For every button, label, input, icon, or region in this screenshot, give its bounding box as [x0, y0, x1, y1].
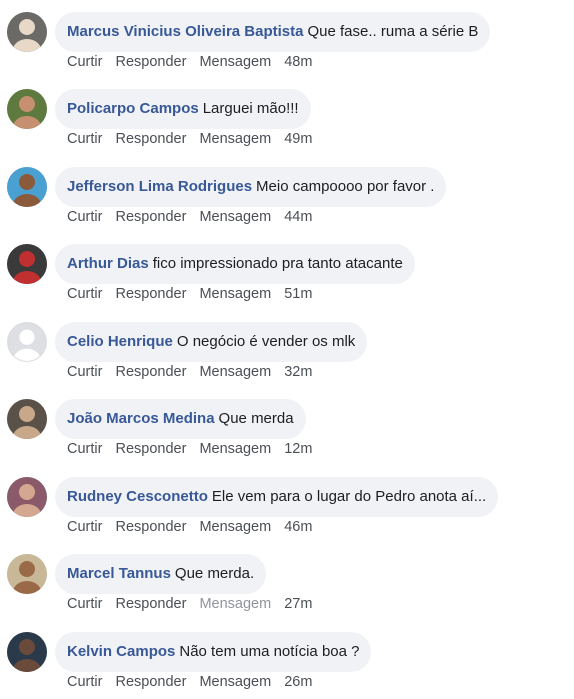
comment-text: Que merda	[218, 410, 294, 427]
avatar[interactable]	[7, 12, 47, 52]
avatar[interactable]	[7, 477, 47, 517]
avatar[interactable]	[7, 167, 47, 207]
comment-text: fico impressionado pra tanto atacante	[152, 255, 403, 272]
comment-actions: Curtir Responder Mensagem 12m	[67, 441, 321, 457]
comment-actions: Curtir Responder Mensagem 27m	[67, 596, 321, 612]
reply-link[interactable]: Responder	[115, 441, 186, 457]
comment-author[interactable]: Jefferson Lima Rodrigues	[67, 167, 252, 207]
avatar[interactable]	[7, 399, 47, 439]
like-link[interactable]: Curtir	[67, 596, 102, 612]
avatar[interactable]	[7, 322, 47, 362]
comment-timestamp[interactable]: 48m	[284, 54, 312, 70]
comment-bubble: Celio Henrique O negócio é vender os mlk	[55, 322, 368, 362]
comment-timestamp[interactable]: 32m	[284, 364, 312, 380]
message-link[interactable]: Mensagem	[199, 441, 271, 457]
reply-link[interactable]: Responder	[115, 596, 186, 612]
like-link[interactable]: Curtir	[67, 441, 102, 457]
avatar-photo-icon	[7, 399, 47, 439]
like-link[interactable]: Curtir	[67, 519, 102, 535]
message-link[interactable]: Mensagem	[199, 209, 271, 225]
comment-author[interactable]: Marcus Vinicius Oliveira Baptista	[67, 12, 303, 52]
comment-text: Que merda.	[174, 565, 255, 582]
comment-bubble: Policarpo Campos Larguei mão!!!	[55, 89, 311, 129]
avatar[interactable]	[7, 554, 47, 594]
comment-bubble: Jefferson Lima Rodrigues Meio campoooo p…	[55, 167, 447, 207]
comment-text: Larguei mão!!!	[202, 100, 299, 117]
like-link[interactable]: Curtir	[67, 286, 102, 302]
message-link[interactable]: Mensagem	[199, 596, 271, 612]
comment-actions: Curtir Responder Mensagem 49m	[67, 131, 321, 147]
comment-timestamp[interactable]: 27m	[284, 596, 312, 612]
comment-bubble: Marcel Tannus Que merda.	[55, 554, 267, 594]
reply-link[interactable]: Responder	[115, 519, 186, 535]
like-link[interactable]: Curtir	[67, 131, 102, 147]
avatar-photo-icon	[7, 632, 47, 672]
comment-author[interactable]: Kelvin Campos	[67, 632, 175, 672]
comment-text: O negócio é vender os mlk	[176, 333, 356, 350]
message-link[interactable]: Mensagem	[199, 519, 271, 535]
reply-link[interactable]: Responder	[115, 209, 186, 225]
comment-bubble: Arthur Dias fico impressionado pra tanto…	[55, 244, 415, 284]
comment-actions: Curtir Responder Mensagem 26m	[67, 674, 321, 690]
comment-item: Jefferson Lima Rodrigues Meio campoooo p…	[0, 155, 574, 232]
reply-link[interactable]: Responder	[115, 364, 186, 380]
comment-item: Marcel Tannus Que merda. Curtir Responde…	[0, 542, 574, 619]
avatar-photo-icon	[7, 244, 47, 284]
comment-item: Arthur Dias fico impressionado pra tanto…	[0, 232, 574, 309]
like-link[interactable]: Curtir	[67, 54, 102, 70]
avatar-photo-icon	[7, 477, 47, 517]
comment-item: Rudney Cesconetto Ele vem para o lugar d…	[0, 465, 574, 542]
comment-actions: Curtir Responder Mensagem 46m	[67, 519, 321, 535]
comment-item: Policarpo Campos Larguei mão!!! Curtir R…	[0, 77, 574, 154]
message-link[interactable]: Mensagem	[199, 54, 271, 70]
comment-item: João Marcos Medina Que merda Curtir Resp…	[0, 387, 574, 464]
message-link[interactable]: Mensagem	[199, 674, 271, 690]
comment-author[interactable]: João Marcos Medina	[67, 399, 215, 439]
default-avatar-icon	[8, 323, 46, 361]
reply-link[interactable]: Responder	[115, 674, 186, 690]
comment-actions: Curtir Responder Mensagem 51m	[67, 286, 321, 302]
message-link[interactable]: Mensagem	[199, 131, 271, 147]
comment-text: Não tem uma notícia boa ?	[179, 643, 360, 660]
comment-text: Ele vem para o lugar do Pedro anota aí..…	[211, 488, 487, 505]
avatar-photo-icon	[7, 554, 47, 594]
reply-link[interactable]: Responder	[115, 54, 186, 70]
comment-actions: Curtir Responder Mensagem 48m	[67, 54, 321, 70]
avatar[interactable]	[7, 244, 47, 284]
comment-author[interactable]: Rudney Cesconetto	[67, 477, 208, 517]
comment-timestamp[interactable]: 51m	[284, 286, 312, 302]
avatar-photo-icon	[7, 12, 47, 52]
comment-item: Marcus Vinicius Oliveira Baptista Que fa…	[0, 0, 574, 77]
comment-item: Kelvin Campos Não tem uma notícia boa ? …	[0, 620, 574, 697]
comment-timestamp[interactable]: 46m	[284, 519, 312, 535]
reply-link[interactable]: Responder	[115, 131, 186, 147]
avatar-photo-icon	[7, 89, 47, 129]
comment-bubble: Marcus Vinicius Oliveira Baptista Que fa…	[55, 12, 491, 52]
comment-item: Celio Henrique O negócio é vender os mlk…	[0, 310, 574, 387]
comment-timestamp[interactable]: 44m	[284, 209, 312, 225]
comment-timestamp[interactable]: 49m	[284, 131, 312, 147]
comment-author[interactable]: Celio Henrique	[67, 322, 173, 362]
avatar[interactable]	[7, 632, 47, 672]
message-link[interactable]: Mensagem	[199, 286, 271, 302]
comment-actions: Curtir Responder Mensagem 32m	[67, 364, 321, 380]
comment-author[interactable]: Policarpo Campos	[67, 89, 199, 129]
comment-timestamp[interactable]: 26m	[284, 674, 312, 690]
like-link[interactable]: Curtir	[67, 209, 102, 225]
avatar[interactable]	[7, 89, 47, 129]
reply-link[interactable]: Responder	[115, 286, 186, 302]
comment-bubble: João Marcos Medina Que merda	[55, 399, 306, 439]
avatar-photo-icon	[7, 167, 47, 207]
comment-actions: Curtir Responder Mensagem 44m	[67, 209, 321, 225]
comment-bubble: Rudney Cesconetto Ele vem para o lugar d…	[55, 477, 499, 517]
message-link[interactable]: Mensagem	[199, 364, 271, 380]
comment-author[interactable]: Marcel Tannus	[67, 554, 171, 594]
comment-timestamp[interactable]: 12m	[284, 441, 312, 457]
comment-author[interactable]: Arthur Dias	[67, 244, 149, 284]
like-link[interactable]: Curtir	[67, 364, 102, 380]
comment-bubble: Kelvin Campos Não tem uma notícia boa ?	[55, 632, 372, 672]
comment-text: Que fase.. ruma a série B	[307, 23, 479, 40]
like-link[interactable]: Curtir	[67, 674, 102, 690]
comment-text: Meio campoooo por favor .	[256, 178, 435, 195]
